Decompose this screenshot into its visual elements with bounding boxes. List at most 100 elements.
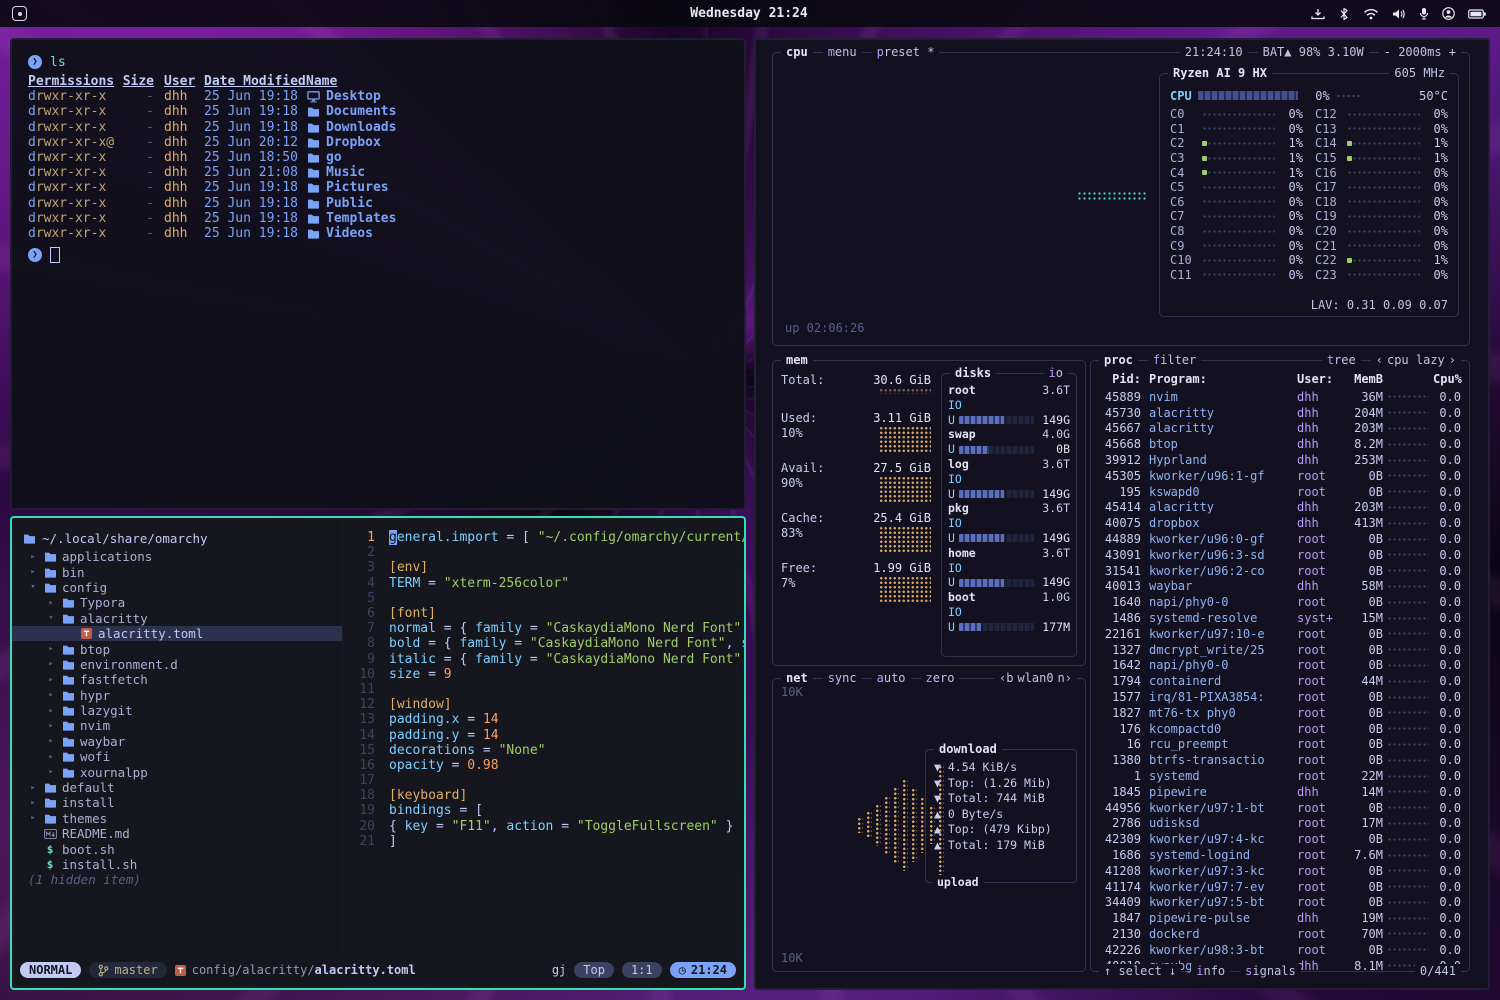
process-row[interactable]: 45668 btop dhh 8.2M 0.0 — [1099, 436, 1461, 452]
volume-icon[interactable] — [1392, 8, 1406, 20]
tree-toggle[interactable]: tree — [1322, 353, 1361, 368]
preset-button[interactable]: preset * — [872, 45, 940, 60]
process-row[interactable]: 22161 kworker/u97:10-e root 0B 0.0 — [1099, 626, 1461, 642]
terminal-window-ls[interactable]: ❯ ls Permissions Size User Date Modified… — [10, 38, 746, 510]
process-row[interactable]: 39912 Hyprland dhh 253M 0.0 — [1099, 452, 1461, 468]
code-line[interactable]: 20 { key = "F11", action = "ToggleFullsc… — [343, 819, 744, 834]
tree-item[interactable]: ▸▾ $ Typora — [12, 595, 342, 610]
process-row[interactable]: 40013 waybar dhh 58M 0.0 — [1099, 579, 1461, 595]
tree-item[interactable]: ▸▾ $ nvim — [12, 718, 342, 733]
code-line[interactable]: 1 general.import = [ "~/.config/omarchy/… — [343, 530, 744, 545]
code-line[interactable]: 4 TERM = "xterm-256color" — [343, 576, 744, 591]
net-auto-toggle[interactable]: auto — [872, 671, 911, 686]
process-row[interactable]: 1845 pipewire dhh 14M 0.0 — [1099, 784, 1461, 800]
net-sync-toggle[interactable]: sync — [823, 671, 862, 686]
process-row[interactable]: 44956 kworker/u97:1-bt root 0B 0.0 — [1099, 800, 1461, 816]
process-row[interactable]: 40075 dropbox dhh 413M 0.0 — [1099, 515, 1461, 531]
code-line[interactable]: 9 italic = { family = "CaskaydiaMono Ner… — [343, 652, 744, 667]
code-line[interactable]: 14 padding.y = 14 — [343, 727, 744, 742]
menu-button[interactable]: menu — [823, 45, 862, 60]
bluetooth-icon[interactable] — [1338, 7, 1350, 21]
tree-item[interactable]: ▸▾ $ config — [12, 580, 342, 595]
tree-item[interactable]: ▸▾ $ xournalpp — [12, 764, 342, 779]
process-row[interactable]: 45667 alacritty dhh 203M 0.0 — [1099, 421, 1461, 437]
code-line[interactable]: 21 ] — [343, 834, 744, 849]
code-line[interactable]: 17 — [343, 773, 744, 788]
tree-item[interactable]: ▸▾ $ lazygit — [12, 703, 342, 718]
tree-item[interactable]: ▸▾ $ hypr — [12, 688, 342, 703]
battery-icon[interactable] — [1468, 9, 1486, 19]
io-toggle[interactable]: io — [1044, 366, 1068, 381]
tree-item[interactable]: ▸▾ $ waybar — [12, 734, 342, 749]
process-row[interactable]: 1794 containerd root 44M 0.0 — [1099, 673, 1461, 689]
select-hint[interactable]: ↑ select ↓ — [1099, 964, 1181, 979]
net-zero-toggle[interactable]: zero — [921, 671, 960, 686]
process-row[interactable]: 1640 napi/phy0-0 root 0B 0.0 — [1099, 594, 1461, 610]
filter-button[interactable]: filter — [1148, 353, 1201, 368]
code-line[interactable]: 16 opacity = 0.98 — [343, 758, 744, 773]
tree-item[interactable]: ▸▾ $ btop — [12, 641, 342, 656]
tree-item[interactable]: ▸▾ $ boot.sh — [12, 841, 342, 856]
code-line[interactable]: 19 bindings = [ — [343, 803, 744, 818]
editor-panel[interactable]: 1 general.import = [ "~/.config/omarchy/… — [342, 518, 744, 954]
tree-item[interactable]: ▸▾ $ install.sh — [12, 857, 342, 872]
process-row[interactable]: 1847 pipewire-pulse dhh 19M 0.0 — [1099, 910, 1461, 926]
code-line[interactable]: 2 — [343, 545, 744, 560]
tree-item[interactable]: ▸▾ $ install — [12, 795, 342, 810]
process-row[interactable]: 45305 kworker/u96:1-gf root 0B 0.0 — [1099, 468, 1461, 484]
net-interface[interactable]: ‹bwlan0n› — [994, 671, 1077, 686]
mem-box-title[interactable]: mem — [781, 353, 813, 368]
tree-item[interactable]: ▸▾ $ bin — [12, 564, 342, 579]
tree-item[interactable]: ▸▾ $ themes — [12, 811, 342, 826]
code-line[interactable]: 15 decorations = "None" — [343, 743, 744, 758]
proc-box-title[interactable]: proc — [1099, 353, 1138, 368]
process-row[interactable]: 176 kcompactd0 root 0B 0.0 — [1099, 721, 1461, 737]
user-icon[interactable] — [1442, 7, 1455, 20]
net-box-title[interactable]: net — [781, 671, 813, 686]
code-line[interactable]: 8 bold = { family = "CaskaydiaMono Nerd … — [343, 636, 744, 651]
disks-title[interactable]: disks — [950, 366, 996, 381]
process-row[interactable]: 2130 dockerd root 70M 0.0 — [1099, 926, 1461, 942]
tree-item[interactable]: ▸▾ $ alacritty.toml — [12, 626, 342, 641]
code-line[interactable]: 3 [env] — [343, 560, 744, 575]
process-row[interactable]: 16 rcu_preempt root 0B 0.0 — [1099, 737, 1461, 753]
process-row[interactable]: 1380 btrfs-transactio root 0B 0.0 — [1099, 752, 1461, 768]
code-line[interactable]: 12 [window] — [343, 697, 744, 712]
workspace-indicator[interactable] — [12, 6, 27, 21]
process-row[interactable]: 31541 kworker/u96:2-co root 0B 0.0 — [1099, 563, 1461, 579]
process-row[interactable]: 43091 kworker/u96:3-sd root 0B 0.0 — [1099, 547, 1461, 563]
process-row[interactable]: 42309 kworker/u97:4-kc root 0B 0.0 — [1099, 831, 1461, 847]
sort-column[interactable]: ‹ cpu lazy › — [1371, 353, 1461, 368]
process-row[interactable]: 34409 kworker/u97:5-bt root 0B 0.0 — [1099, 895, 1461, 911]
tree-root[interactable]: ~/.local/share/omarchy — [12, 530, 342, 546]
process-row[interactable]: 1327 dmcrypt_write/25 root 0B 0.0 — [1099, 642, 1461, 658]
process-row[interactable]: 45730 alacritty dhh 204M 0.0 — [1099, 405, 1461, 421]
tree-item[interactable]: ▸▾ $ applications — [12, 549, 342, 564]
screencast-icon[interactable] — [1311, 8, 1325, 20]
code-line[interactable]: 18 [keyboard] — [343, 788, 744, 803]
microphone-icon[interactable] — [1419, 7, 1429, 20]
tree-item[interactable]: ▸▾ $ wofi — [12, 749, 342, 764]
process-row[interactable]: 2786 udisksd root 17M 0.0 — [1099, 816, 1461, 832]
process-row[interactable]: 45889 nvim dhh 36M 0.0 — [1099, 389, 1461, 405]
tree-item[interactable]: ▸▾ $ (1 hidden item) — [12, 872, 342, 887]
process-row[interactable]: 42226 kworker/u98:3-bt root 0B 0.0 — [1099, 942, 1461, 958]
code-line[interactable]: 5 — [343, 591, 744, 606]
tree-item[interactable]: ▸▾ $ environment.d — [12, 657, 342, 672]
cpu-box-title[interactable]: cpu — [781, 45, 813, 60]
code-line[interactable]: 13 padding.x = 14 — [343, 712, 744, 727]
tree-item[interactable]: ▸▾ $ README.md — [12, 826, 342, 841]
info-button[interactable]: info — [1191, 964, 1230, 979]
process-row[interactable]: 1686 systemd-logind root 7.6M 0.0 — [1099, 847, 1461, 863]
tree-item[interactable]: ▸▾ $ default — [12, 780, 342, 795]
process-row[interactable]: 1642 napi/phy0-0 root 0B 0.0 — [1099, 658, 1461, 674]
process-row[interactable]: 41208 kworker/u97:3-kc root 0B 0.0 — [1099, 863, 1461, 879]
code-line[interactable]: 6 [font] — [343, 606, 744, 621]
wifi-icon[interactable] — [1363, 8, 1379, 20]
process-row[interactable]: 1577 irq/81-PIXA3854: root 0B 0.0 — [1099, 689, 1461, 705]
process-row[interactable]: 195 kswapd0 root 0B 0.0 — [1099, 484, 1461, 500]
tree-item[interactable]: ▸▾ $ fastfetch — [12, 672, 342, 687]
tree-item[interactable]: ▸▾ $ alacritty — [12, 611, 342, 626]
code-line[interactable]: 11 — [343, 682, 744, 697]
neovim-window[interactable]: ~/.local/share/omarchy ▸▾ $ applications… — [10, 516, 746, 990]
